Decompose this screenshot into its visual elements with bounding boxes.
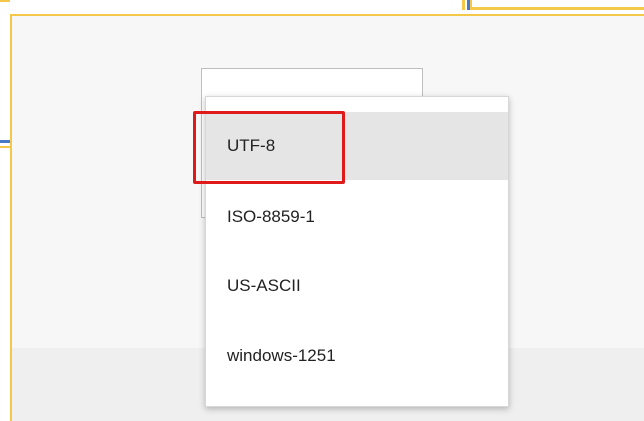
option-label: UTF-8 bbox=[227, 136, 276, 155]
top-left-border-fragment bbox=[0, 0, 10, 2]
option-label: US-ASCII bbox=[227, 276, 301, 295]
option-label: windows-1251 bbox=[227, 346, 336, 365]
background-window-edge-blue bbox=[0, 140, 10, 143]
encoding-option-us-ascii[interactable]: US-ASCII bbox=[206, 252, 508, 320]
encoding-option-utf-8[interactable]: UTF-8 bbox=[206, 112, 508, 180]
background-window-edge bbox=[0, 140, 10, 154]
screen: UTF-8 ISO-8859-1 US-ASCII windows-1251 bbox=[0, 0, 644, 421]
window-border-fragment bbox=[472, 7, 644, 10]
encoding-option-windows-1251[interactable]: windows-1251 bbox=[206, 322, 508, 390]
window-border-fragment bbox=[462, 0, 465, 10]
option-label: ISO-8859-1 bbox=[227, 207, 315, 226]
background-window-edge-yellow bbox=[0, 146, 10, 148]
encoding-dropdown-list: UTF-8 ISO-8859-1 US-ASCII windows-1251 bbox=[205, 96, 509, 407]
encoding-option-iso-8859-1[interactable]: ISO-8859-1 bbox=[206, 183, 508, 251]
